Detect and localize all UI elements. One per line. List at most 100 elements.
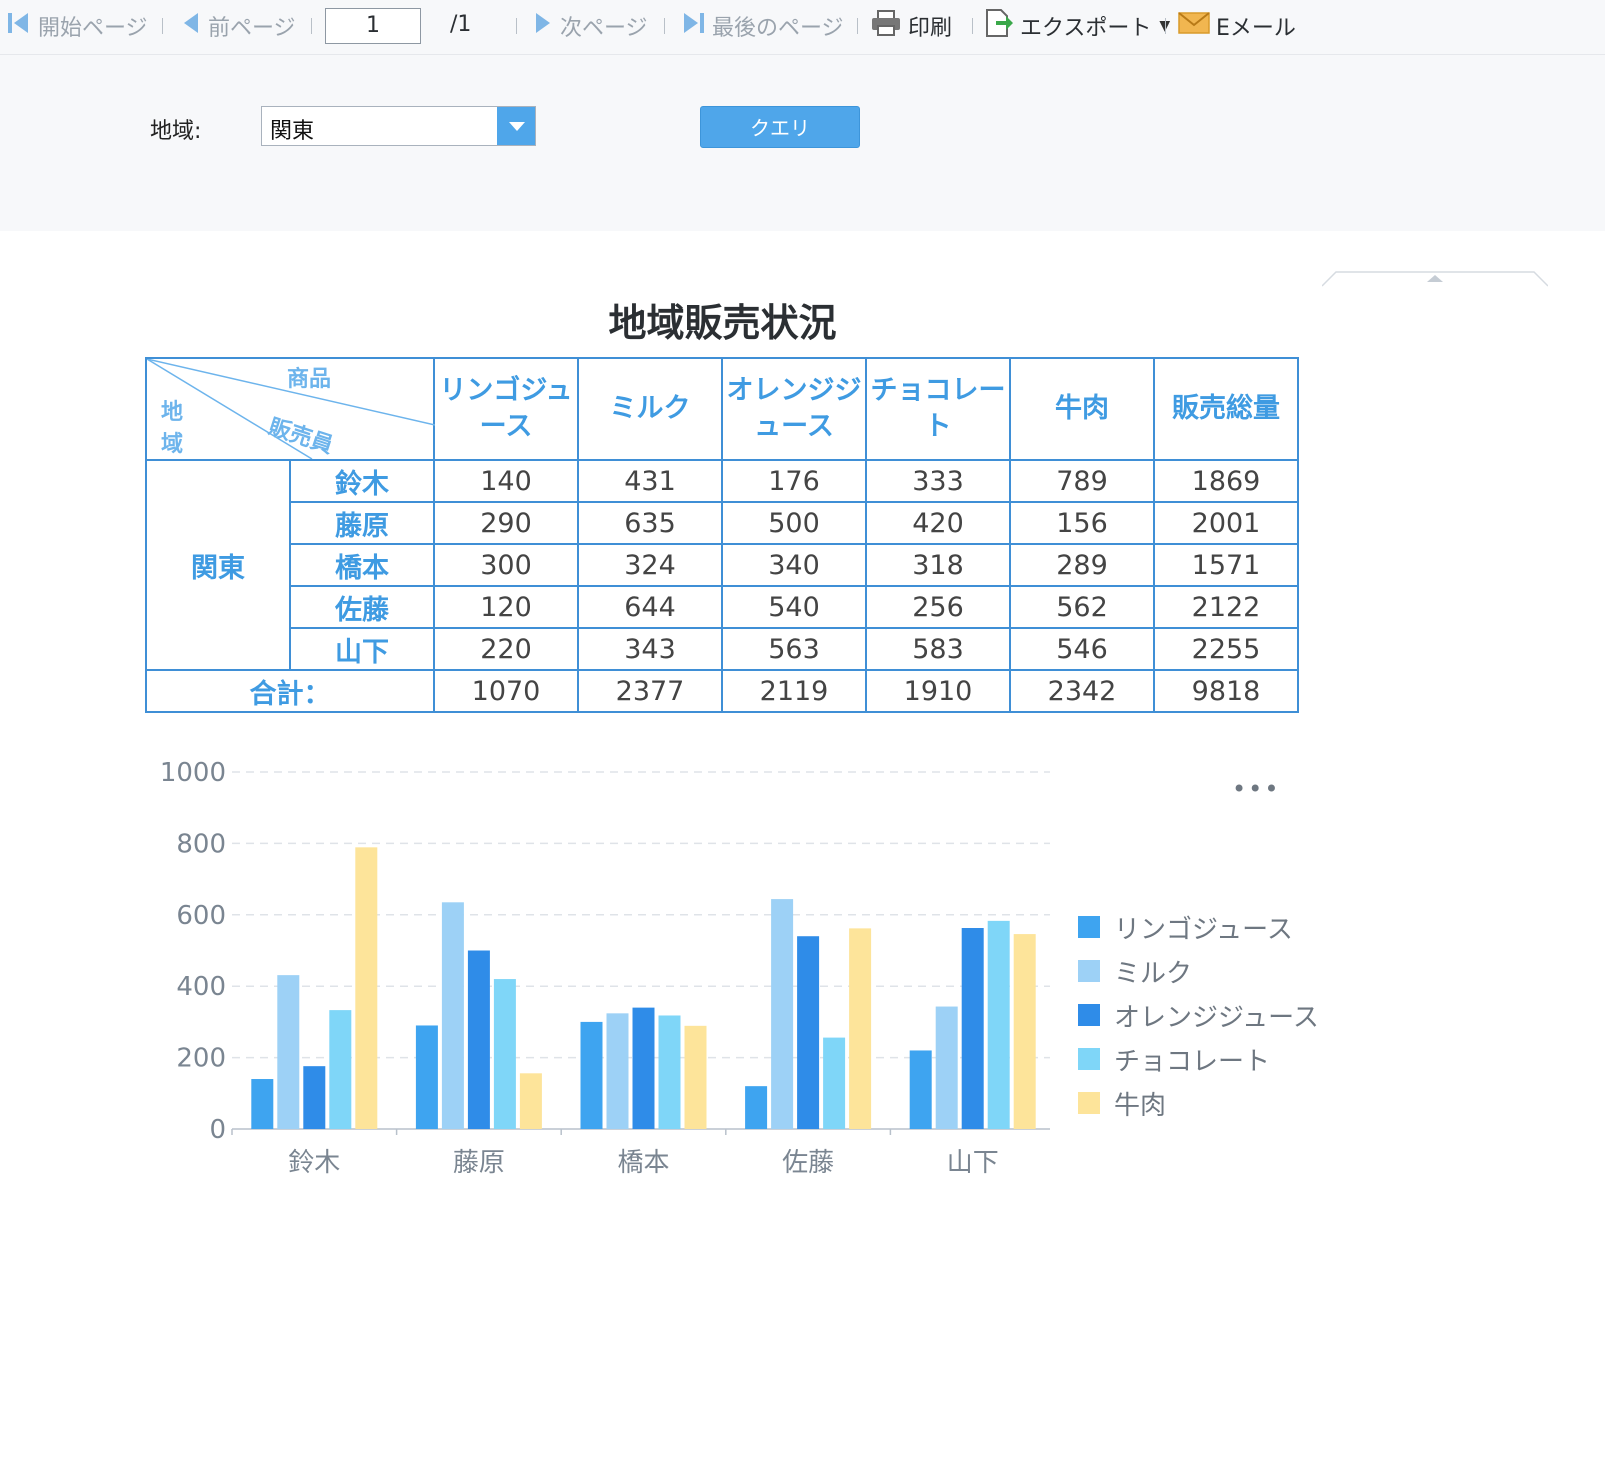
bar: [909, 1050, 932, 1129]
toolbar-divider: [162, 18, 163, 34]
total-label-cell: 合計：: [145, 669, 435, 713]
parameter-panel: 地域: 関東 クエリ: [0, 55, 1605, 287]
legend-item[interactable]: ミルク: [1078, 949, 1319, 993]
query-button[interactable]: クエリ: [700, 106, 860, 148]
bar: [519, 1073, 542, 1129]
last-page-icon: [680, 10, 706, 42]
first-page-button[interactable]: 開始ページ: [6, 8, 148, 44]
page-number-input[interactable]: 1: [325, 8, 421, 44]
legend-item[interactable]: オレンジジュース: [1078, 993, 1319, 1037]
x-tick-label: 藤原: [453, 1148, 505, 1178]
region-select[interactable]: 関東: [261, 106, 536, 146]
bar: [303, 1066, 326, 1129]
table-row: 佐藤 120 644 540 256 562 2122: [146, 585, 1299, 629]
column-header: 牛肉: [1009, 357, 1155, 461]
prev-page-button[interactable]: 前ページ: [180, 8, 296, 44]
legend-label: リンゴジュース: [1114, 914, 1293, 945]
total-cell: 2342: [1009, 669, 1155, 713]
table-header-row: 商品 販売員 地域 リンゴジュース ミルク オレンジジュース チョコレート 牛肉…: [145, 357, 1299, 461]
total-cell: 1910: [865, 669, 1011, 713]
y-tick-label: 800: [176, 829, 226, 859]
column-header: オレンジジュース: [721, 357, 867, 461]
y-tick-label: 0: [209, 1115, 226, 1145]
total-cell: 9818: [1153, 669, 1299, 713]
value-cell: 318: [865, 543, 1011, 587]
printer-icon: [870, 9, 902, 43]
bar: [467, 950, 490, 1129]
legend-item[interactable]: 牛肉: [1078, 1081, 1319, 1125]
value-cell: 644: [577, 585, 723, 629]
y-tick-label: 1000: [160, 758, 226, 788]
y-tick-label: 200: [176, 1044, 226, 1074]
bar: [961, 928, 984, 1129]
corner-item-label: 商品: [287, 367, 332, 392]
value-cell: 220: [433, 627, 579, 671]
legend-item[interactable]: チョコレート: [1078, 1037, 1319, 1081]
legend-label: オレンジジュース: [1114, 1002, 1319, 1033]
value-cell: 431: [577, 459, 723, 503]
legend-label: 牛肉: [1114, 1090, 1167, 1121]
bar: [632, 1007, 655, 1129]
bar: [1013, 934, 1036, 1129]
export-button[interactable]: エクスポート ▼: [984, 8, 1170, 44]
salesperson-cell: 橋本: [289, 543, 435, 587]
bar: [580, 1021, 603, 1129]
value-cell: 333: [865, 459, 1011, 503]
export-icon: [984, 7, 1014, 45]
bar: [251, 1079, 274, 1129]
value-cell: 140: [433, 459, 579, 503]
more-options-icon[interactable]: •••: [1232, 775, 1280, 803]
y-tick-label: 400: [176, 972, 226, 1002]
bar: [415, 1025, 438, 1129]
region-select-value: 関東: [270, 119, 315, 144]
bar: [606, 1013, 629, 1129]
chart-legend: リンゴジュースミルクオレンジジュース チョコレート 牛肉: [1078, 905, 1319, 1125]
last-page-button[interactable]: 最後のページ: [680, 8, 844, 44]
value-cell: 562: [1009, 585, 1155, 629]
value-cell: 324: [577, 543, 723, 587]
next-page-button[interactable]: 次ページ: [532, 8, 648, 44]
value-cell: 2001: [1153, 501, 1299, 545]
first-page-icon: [6, 10, 32, 42]
x-tick-label: 山下: [947, 1148, 999, 1178]
value-cell: 300: [433, 543, 579, 587]
toolbar-divider: [664, 18, 665, 34]
legend-label: チョコレート: [1114, 1046, 1271, 1077]
print-label: 印刷: [908, 16, 953, 41]
bar: [797, 936, 820, 1129]
chevron-down-icon[interactable]: [497, 107, 535, 145]
value-cell: 289: [1009, 543, 1155, 587]
collapse-panel-tab[interactable]: [1322, 271, 1548, 287]
salesperson-cell: 藤原: [289, 501, 435, 545]
bar: [441, 902, 464, 1129]
prev-page-label: 前ページ: [208, 16, 296, 41]
value-cell: 290: [433, 501, 579, 545]
bar: [355, 847, 378, 1129]
value-cell: 2255: [1153, 627, 1299, 671]
print-button[interactable]: 印刷: [870, 8, 952, 44]
column-header: リンゴジュース: [433, 357, 579, 461]
total-cell: 2119: [721, 669, 867, 713]
envelope-icon: [1178, 11, 1210, 41]
email-label: Eメール: [1216, 16, 1296, 41]
legend-swatch: [1078, 1004, 1100, 1026]
value-cell: 343: [577, 627, 723, 671]
salesperson-cell: 山下: [289, 627, 435, 671]
column-header: 販売総量: [1153, 357, 1299, 461]
value-cell: 583: [865, 627, 1011, 671]
bar: [849, 928, 872, 1129]
table-row: 藤原 290 635 500 420 156 2001: [146, 501, 1299, 545]
y-tick-label: 600: [176, 901, 226, 931]
report-title: 地域販売状況: [608, 301, 837, 345]
bar: [277, 975, 300, 1129]
value-cell: 635: [577, 501, 723, 545]
first-page-label: 開始ページ: [38, 16, 148, 41]
bar: [935, 1006, 958, 1129]
email-button[interactable]: Eメール: [1178, 8, 1296, 44]
legend-item[interactable]: リンゴジュース: [1078, 905, 1319, 949]
next-page-icon: [532, 10, 554, 42]
page-total: /1: [450, 12, 472, 37]
value-cell: 540: [721, 585, 867, 629]
bar: [493, 979, 516, 1129]
toolbar-divider: [857, 18, 858, 34]
